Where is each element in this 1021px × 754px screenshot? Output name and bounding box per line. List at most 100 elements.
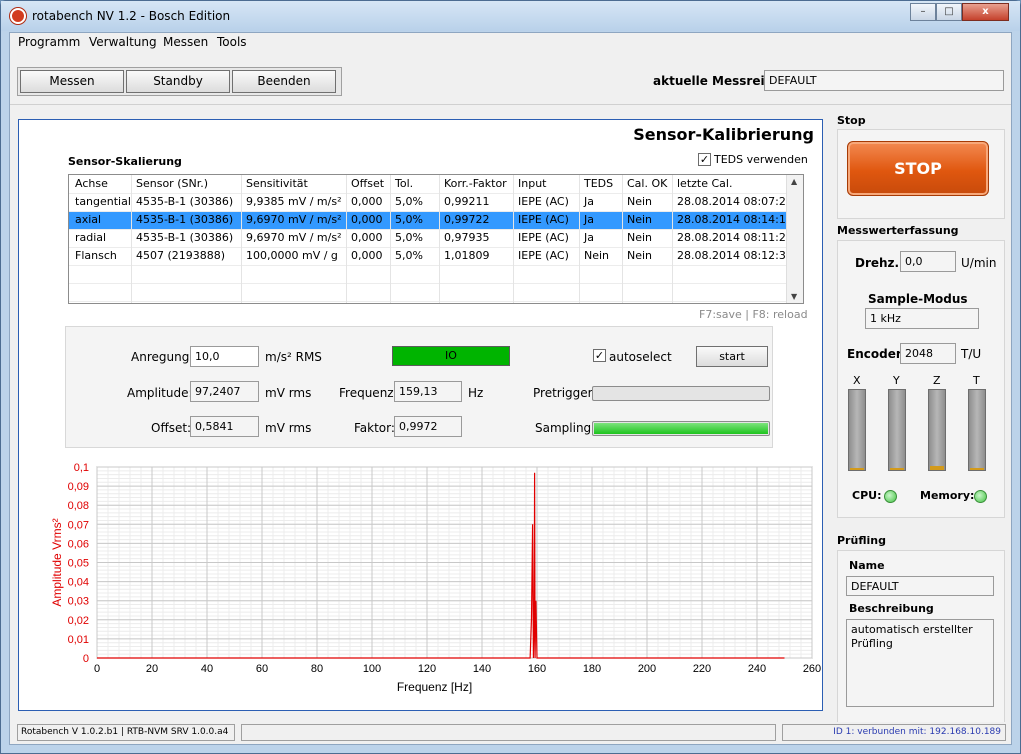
table-cell: 0,99211 bbox=[444, 195, 490, 208]
column-divider bbox=[241, 175, 242, 303]
column-header[interactable]: Sensitivität bbox=[246, 177, 308, 190]
table-row[interactable]: tangential 4535-B-1 (30386) 9,9385 mV / m/… bbox=[69, 193, 793, 211]
sampling-progress-bar bbox=[592, 421, 770, 436]
menu-tools[interactable]: Tools bbox=[217, 35, 247, 49]
axis-x-meter bbox=[848, 389, 866, 471]
dut-description-label: Beschreibung bbox=[849, 602, 934, 615]
column-header[interactable]: Achse bbox=[75, 177, 108, 190]
start-button[interactable]: start bbox=[696, 346, 768, 367]
speed-field: 0,0 bbox=[900, 251, 956, 272]
page-title: Sensor-Kalibrierung bbox=[633, 125, 814, 144]
axis-y-label: Y bbox=[893, 374, 900, 387]
column-header[interactable]: Input bbox=[518, 177, 546, 190]
column-divider bbox=[346, 175, 347, 303]
table-cell: radial bbox=[75, 231, 107, 244]
stop-button[interactable]: STOP bbox=[847, 141, 989, 196]
column-divider bbox=[579, 175, 580, 303]
dut-name-label: Name bbox=[849, 559, 885, 572]
excitation-input[interactable]: 10,0 bbox=[190, 346, 259, 367]
series-field[interactable]: DEFAULT bbox=[764, 70, 1004, 91]
y-axis-label: Amplitude Vrms² bbox=[50, 518, 64, 606]
table-cell: 4535-B-1 (30386) bbox=[136, 213, 234, 226]
column-header[interactable]: Sensor (SNr.) bbox=[136, 177, 208, 190]
table-cell: Nein bbox=[584, 249, 610, 262]
client-area: Programm Verwaltung Messen Tools Messen … bbox=[9, 32, 1012, 745]
x-tick-label: 140 bbox=[473, 663, 491, 675]
x-tick-label: 80 bbox=[311, 663, 323, 675]
column-header[interactable]: Korr.-Faktor bbox=[444, 177, 507, 190]
table-cell: 0,99722 bbox=[444, 213, 490, 226]
x-tick-label: 40 bbox=[201, 663, 213, 675]
column-header[interactable]: Tol. bbox=[395, 177, 413, 190]
encoder-unit: T/U bbox=[961, 347, 982, 361]
toolbar: Messen Standby Beenden aktuelle Messreih… bbox=[10, 55, 1011, 105]
y-tick-label: 0,04 bbox=[68, 577, 89, 589]
table-cell: 5,0% bbox=[395, 213, 423, 226]
sample-mode-label: Sample-Modus bbox=[868, 292, 968, 306]
table-cell: 0,97935 bbox=[444, 231, 490, 244]
table-cell: 5,0% bbox=[395, 249, 423, 262]
y-tick-label: 0,09 bbox=[68, 481, 89, 493]
y-tick-label: 0,01 bbox=[68, 634, 89, 646]
menu-verwaltung[interactable]: Verwaltung bbox=[89, 35, 157, 49]
y-tick-label: 0,02 bbox=[68, 615, 89, 627]
table-row[interactable]: radial 4535-B-1 (30386) 9,6970 mV / m/s² 0,… bbox=[69, 229, 793, 247]
table-cell: Ja bbox=[584, 195, 594, 208]
row-divider bbox=[69, 247, 786, 248]
column-header[interactable]: letzte Cal. bbox=[677, 177, 732, 190]
cpu-label: CPU: bbox=[852, 489, 882, 502]
table-cell: Nein bbox=[627, 249, 653, 262]
axis-x-label: X bbox=[853, 374, 861, 387]
autoselect-checkbox[interactable]: ✓ bbox=[593, 349, 606, 362]
dut-name-field[interactable]: DEFAULT bbox=[846, 576, 994, 596]
stop-section: STOP bbox=[837, 129, 1005, 219]
frequency-field: 159,13 bbox=[394, 381, 462, 402]
table-cell: IEPE (AC) bbox=[518, 231, 569, 244]
menu-programm[interactable]: Programm bbox=[18, 35, 80, 49]
standby-button[interactable]: Standby bbox=[126, 70, 230, 93]
table-cell: 5,0% bbox=[395, 195, 423, 208]
sampling-label: Sampling: bbox=[535, 421, 596, 435]
x-tick-label: 60 bbox=[256, 663, 268, 675]
menu-messen[interactable]: Messen bbox=[163, 35, 208, 49]
autoselect-label: autoselect bbox=[609, 350, 672, 364]
offset-unit: mV rms bbox=[265, 421, 312, 435]
memory-label: Memory: bbox=[920, 489, 975, 502]
speed-unit: U/min bbox=[961, 256, 997, 270]
memory-led-icon bbox=[974, 490, 987, 503]
beenden-button[interactable]: Beenden bbox=[232, 70, 336, 93]
table-scrollbar[interactable]: ▲ ▼ bbox=[786, 175, 803, 303]
x-tick-label: 100 bbox=[363, 663, 381, 675]
scroll-down-icon[interactable]: ▼ bbox=[791, 292, 797, 301]
table-header-row: Achse Sensor (SNr.) Sensitivität Offset … bbox=[69, 175, 786, 193]
axis-meters bbox=[848, 389, 998, 473]
sample-mode-field[interactable]: 1 kHz bbox=[865, 308, 979, 329]
x-tick-label: 200 bbox=[638, 663, 656, 675]
teds-checkbox[interactable]: ✓ bbox=[698, 153, 711, 166]
scroll-up-icon[interactable]: ▲ bbox=[791, 177, 797, 186]
save-reload-hint: F7:save | F8: reload bbox=[699, 308, 808, 321]
messen-button[interactable]: Messen bbox=[20, 70, 124, 93]
table-row[interactable]: axial 4535-B-1 (30386) 9,6970 mV / m/s² 0,0… bbox=[69, 211, 793, 229]
column-header[interactable]: Offset bbox=[351, 177, 384, 190]
x-axis-label: Frequenz [Hz] bbox=[397, 680, 472, 694]
column-divider bbox=[390, 175, 391, 303]
table-cell: 0,000 bbox=[351, 231, 383, 244]
y-tick-label: 0,07 bbox=[68, 519, 89, 531]
close-button[interactable]: x bbox=[962, 3, 1009, 21]
x-tick-label: 120 bbox=[418, 663, 436, 675]
column-header[interactable]: TEDS bbox=[584, 177, 613, 190]
dut-description-field[interactable]: automatisch erstellter Prüfling bbox=[846, 619, 994, 707]
x-tick-label: 160 bbox=[528, 663, 546, 675]
table-cell: IEPE (AC) bbox=[518, 213, 569, 226]
axis-y-meter bbox=[888, 389, 906, 471]
maximize-button[interactable]: □ bbox=[936, 3, 962, 21]
column-header[interactable]: Cal. OK bbox=[627, 177, 667, 190]
minimize-button[interactable]: – bbox=[910, 3, 936, 21]
connection-status: ID 1: verbunden mit: 192.168.10.189 bbox=[782, 724, 1006, 741]
row-divider bbox=[69, 229, 786, 230]
column-divider bbox=[513, 175, 514, 303]
window-title: rotabench NV 1.2 - Bosch Edition bbox=[32, 9, 231, 23]
offset-field: 0,5841 bbox=[190, 416, 259, 437]
table-row[interactable]: Flansch 4507 (2193888) 100,0000 mV / g 0,00… bbox=[69, 247, 793, 265]
